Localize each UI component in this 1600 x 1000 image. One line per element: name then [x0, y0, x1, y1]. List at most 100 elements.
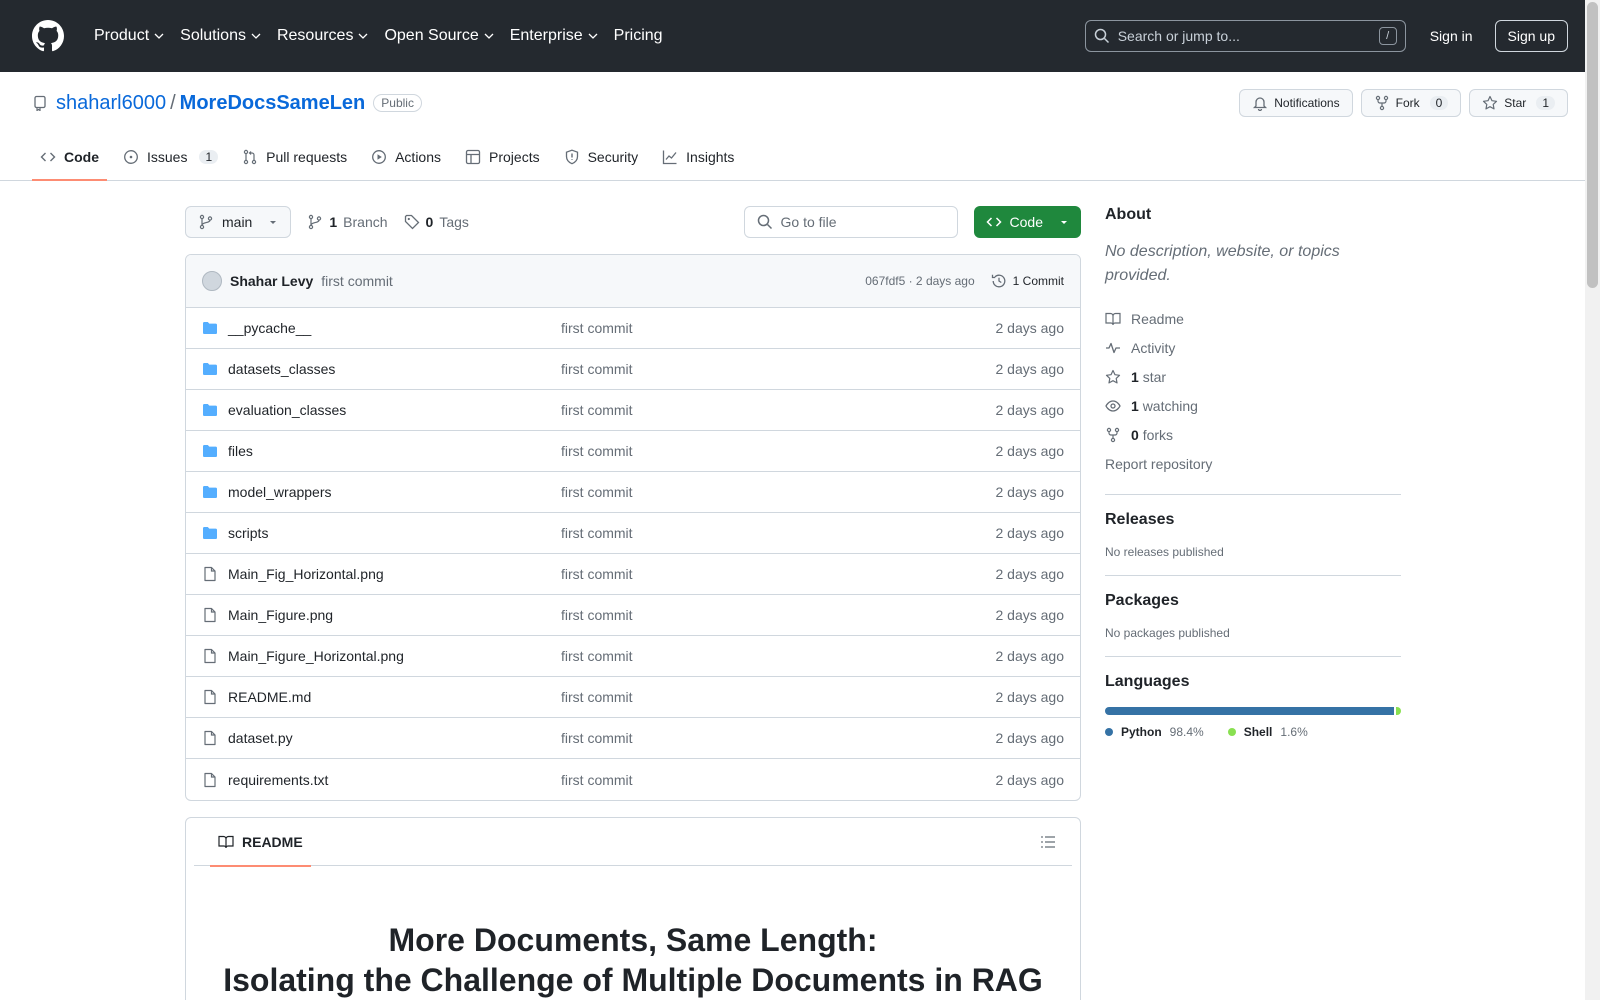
file-commit-message[interactable]: first commit	[561, 484, 633, 500]
tab-issues[interactable]: Issues 1	[115, 134, 226, 180]
file-name[interactable]: __pycache__	[228, 320, 561, 336]
chevron-down-icon	[588, 31, 598, 41]
github-logo-icon[interactable]	[32, 20, 64, 52]
commit-author[interactable]: Shahar Levy	[230, 273, 313, 289]
branch-name: main	[222, 214, 253, 230]
sidebar-item-star[interactable]: 1 star	[1105, 362, 1401, 391]
repo-name-link[interactable]: MoreDocsSameLen	[180, 92, 366, 115]
languages-heading: Languages	[1105, 673, 1190, 690]
file-commit-message[interactable]: first commit	[561, 689, 633, 705]
file-date: 2 days ago	[995, 402, 1065, 418]
nav-pricing[interactable]: Pricing	[606, 20, 671, 52]
readme-tab[interactable]: README	[210, 818, 311, 867]
branch-selector[interactable]: main	[185, 206, 292, 238]
nav-product[interactable]: Product	[86, 20, 172, 52]
file-commit-message[interactable]: first commit	[561, 402, 633, 418]
table-row[interactable]: Main_Figure.png first commit 2 days ago	[186, 595, 1080, 636]
file-name[interactable]: datasets_classes	[228, 361, 561, 377]
nav-solutions[interactable]: Solutions	[172, 20, 269, 52]
releases-heading[interactable]: Releases	[1105, 511, 1401, 529]
page-scrollbar[interactable]	[1585, 0, 1600, 1000]
fork-button[interactable]: Fork 0	[1360, 89, 1462, 117]
tags-link[interactable]: 0 Tags	[404, 214, 469, 230]
scrollbar-thumb[interactable]	[1587, 2, 1598, 288]
sidebar-item-readme[interactable]: Readme	[1105, 304, 1401, 333]
chevron-down-icon	[251, 31, 261, 41]
tab-insights[interactable]: Insights	[654, 134, 742, 180]
file-name[interactable]: dataset.py	[228, 730, 561, 746]
book-icon	[218, 834, 234, 850]
table-row[interactable]: README.md first commit 2 days ago	[186, 677, 1080, 718]
code-icon	[985, 214, 1002, 230]
file-commit-message[interactable]: first commit	[561, 566, 633, 582]
list-icon[interactable]	[1040, 834, 1056, 850]
sign-up-button[interactable]: Sign up	[1494, 20, 1568, 52]
file-name[interactable]: Main_Figure_Horizontal.png	[228, 648, 561, 664]
table-row[interactable]: evaluation_classes first commit 2 days ago	[186, 390, 1080, 431]
issues-count: 1	[199, 150, 219, 164]
file-commit-message[interactable]: first commit	[561, 730, 633, 746]
tab-pull-requests[interactable]: Pull requests	[234, 134, 355, 180]
file-name[interactable]: scripts	[228, 525, 561, 541]
sidebar-item-activity[interactable]: Activity	[1105, 333, 1401, 362]
search-icon	[757, 214, 773, 230]
go-to-file-input[interactable]: Go to file	[743, 206, 958, 238]
nav-label: Resources	[276, 27, 354, 44]
file-commit-message[interactable]: first commit	[561, 525, 633, 541]
table-row[interactable]: scripts first commit 2 days ago	[186, 513, 1080, 554]
file-name[interactable]: Main_Fig_Horizontal.png	[228, 566, 561, 582]
table-row[interactable]: Main_Figure_Horizontal.png first commit 2 …	[186, 636, 1080, 677]
nav-enterprise[interactable]: Enterprise	[502, 20, 606, 52]
book-icon	[1105, 311, 1121, 327]
file-name[interactable]: Main_Figure.png	[228, 607, 561, 623]
commit-message[interactable]: first commit	[321, 273, 393, 289]
file-commit-message[interactable]: first commit	[561, 772, 633, 788]
file-commit-message[interactable]: first commit	[561, 648, 633, 664]
tab-actions[interactable]: Actions	[363, 134, 449, 180]
file-commit-message[interactable]: first commit	[561, 320, 633, 336]
table-row[interactable]: files first commit 2 days ago	[186, 431, 1080, 472]
sign-in-link[interactable]: Sign in	[1430, 28, 1473, 44]
file-date: 2 days ago	[995, 320, 1065, 336]
report-repository-link[interactable]: Report repository	[1105, 449, 1401, 478]
sidebar-item-count: 1	[1131, 368, 1139, 385]
commit-history-link[interactable]: 1 Commit	[991, 273, 1064, 289]
star-button[interactable]: Star 1	[1469, 89, 1568, 117]
file-commit-message[interactable]: first commit	[561, 443, 633, 459]
repo-owner-link[interactable]: shaharl6000	[56, 92, 166, 115]
table-row[interactable]: dataset.py first commit 2 days ago	[186, 718, 1080, 759]
commit-hash-time[interactable]: 067fdf5 · 2 days ago	[865, 274, 974, 288]
notifications-button[interactable]: Notifications	[1239, 89, 1353, 117]
tab-code[interactable]: Code	[32, 134, 107, 181]
folder-icon	[202, 320, 218, 336]
tag-label: Tags	[439, 214, 469, 230]
commit-count: 1 Commit	[1012, 274, 1064, 288]
sidebar-item-forks[interactable]: 0 forks	[1105, 420, 1401, 449]
table-row[interactable]: Main_Fig_Horizontal.png first commit 2 day…	[186, 554, 1080, 595]
nav-open-source[interactable]: Open Source	[376, 20, 501, 52]
file-name[interactable]: requirements.txt	[228, 772, 561, 788]
language-item[interactable]: Shell 1.6%	[1227, 725, 1308, 739]
file-commit-message[interactable]: first commit	[561, 361, 633, 377]
file-name[interactable]: model_wrappers	[228, 484, 561, 500]
branches-link[interactable]: 1 Branch	[307, 214, 388, 230]
sidebar-item-watching[interactable]: 1 watching	[1105, 391, 1401, 420]
search-input[interactable]: Search or jump to... /	[1084, 20, 1406, 52]
file-name[interactable]: files	[228, 443, 561, 459]
table-row[interactable]: requirements.txt first commit 2 days ago	[186, 759, 1080, 800]
repo-title-bar: shaharl6000 / MoreDocsSameLen Public Not…	[0, 72, 1600, 134]
avatar[interactable]	[202, 271, 222, 291]
nav-resources[interactable]: Resources	[269, 20, 376, 52]
table-row[interactable]: __pycache__ first commit 2 days ago	[186, 308, 1080, 349]
tab-security[interactable]: Security	[556, 134, 647, 180]
table-row[interactable]: model_wrappers first commit 2 days ago	[186, 472, 1080, 513]
file-icon	[202, 730, 218, 746]
file-name[interactable]: README.md	[228, 689, 561, 705]
file-name[interactable]: evaluation_classes	[228, 402, 561, 418]
code-button[interactable]: Code	[973, 206, 1081, 238]
table-row[interactable]: datasets_classes first commit 2 days ago	[186, 349, 1080, 390]
language-item[interactable]: Python 98.4%	[1105, 725, 1204, 739]
packages-heading[interactable]: Packages	[1105, 592, 1401, 610]
file-commit-message[interactable]: first commit	[561, 607, 633, 623]
tab-projects[interactable]: Projects	[457, 134, 548, 180]
